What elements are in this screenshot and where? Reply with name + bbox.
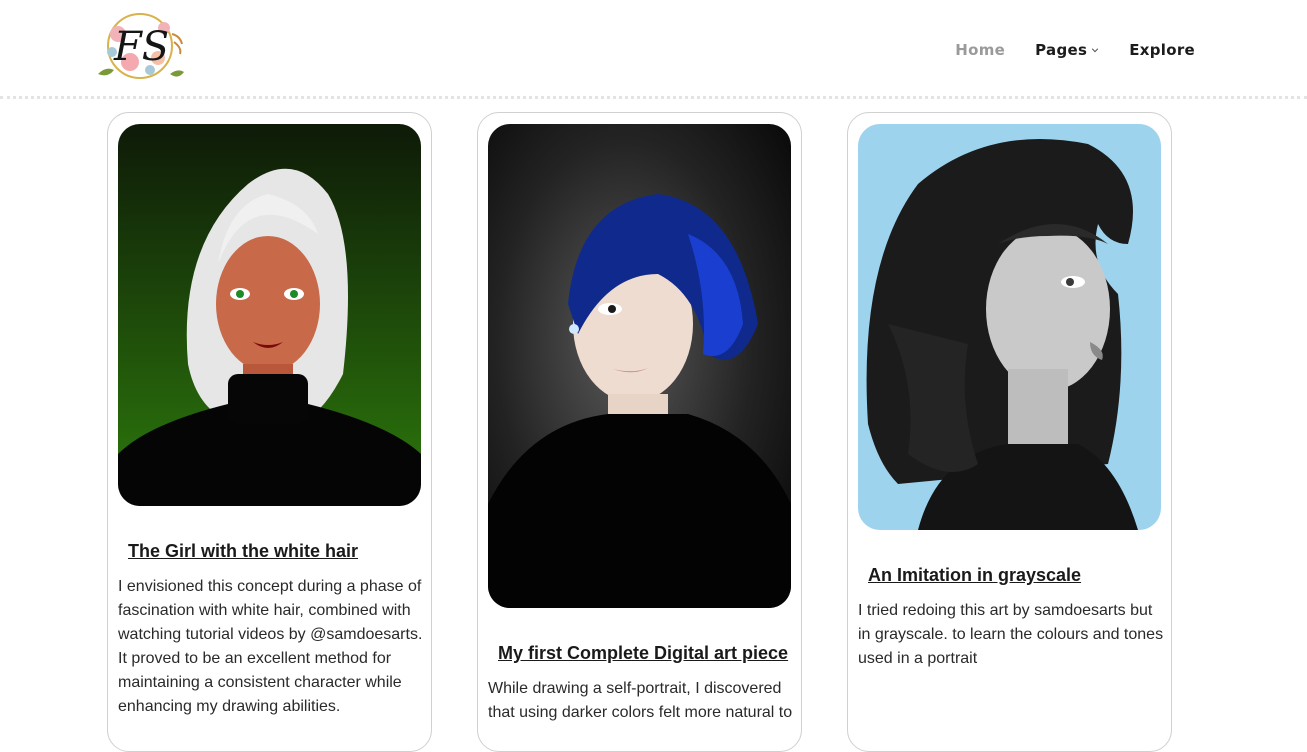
nav-explore-label: Explore xyxy=(1129,41,1195,59)
art-card[interactable]: An Imitation in grayscale I tried redoin… xyxy=(847,112,1172,752)
nav-pages[interactable]: Pages xyxy=(1035,41,1099,59)
portrait-white-hair-image xyxy=(118,124,421,506)
card-title[interactable]: An Imitation in grayscale xyxy=(868,565,1081,586)
logo-text: FS xyxy=(113,24,169,70)
floral-wreath-logo-icon: FS xyxy=(98,13,184,79)
main-nav: Home Pages Explore xyxy=(955,40,1195,60)
chevron-down-icon xyxy=(1092,48,1099,53)
site-logo[interactable]: FS xyxy=(84,8,188,86)
card-title[interactable]: My first Complete Digital art piece xyxy=(498,643,788,664)
header-divider xyxy=(0,96,1307,99)
site-header: FS Home Pages Explore xyxy=(0,0,1307,100)
card-title[interactable]: The Girl with the white hair xyxy=(128,541,358,562)
art-card[interactable]: The Girl with the white hair I envisione… xyxy=(107,112,432,752)
nav-home-label: Home xyxy=(955,41,1006,59)
nav-home[interactable]: Home xyxy=(955,41,1005,59)
portrait-grayscale-image xyxy=(858,124,1161,530)
card-description: I tried redoing this art by samdoesarts … xyxy=(858,602,1164,667)
nav-explore[interactable]: Explore xyxy=(1129,41,1195,59)
art-card[interactable]: My first Complete Digital art piece Whil… xyxy=(477,112,802,752)
nav-pages-label: Pages xyxy=(1035,41,1088,59)
card-image[interactable] xyxy=(488,124,791,608)
card-image[interactable] xyxy=(858,124,1161,530)
card-description: I envisioned this concept during a phase… xyxy=(118,578,423,715)
portrait-blue-hair-image xyxy=(488,124,791,608)
card-image[interactable] xyxy=(118,124,421,506)
